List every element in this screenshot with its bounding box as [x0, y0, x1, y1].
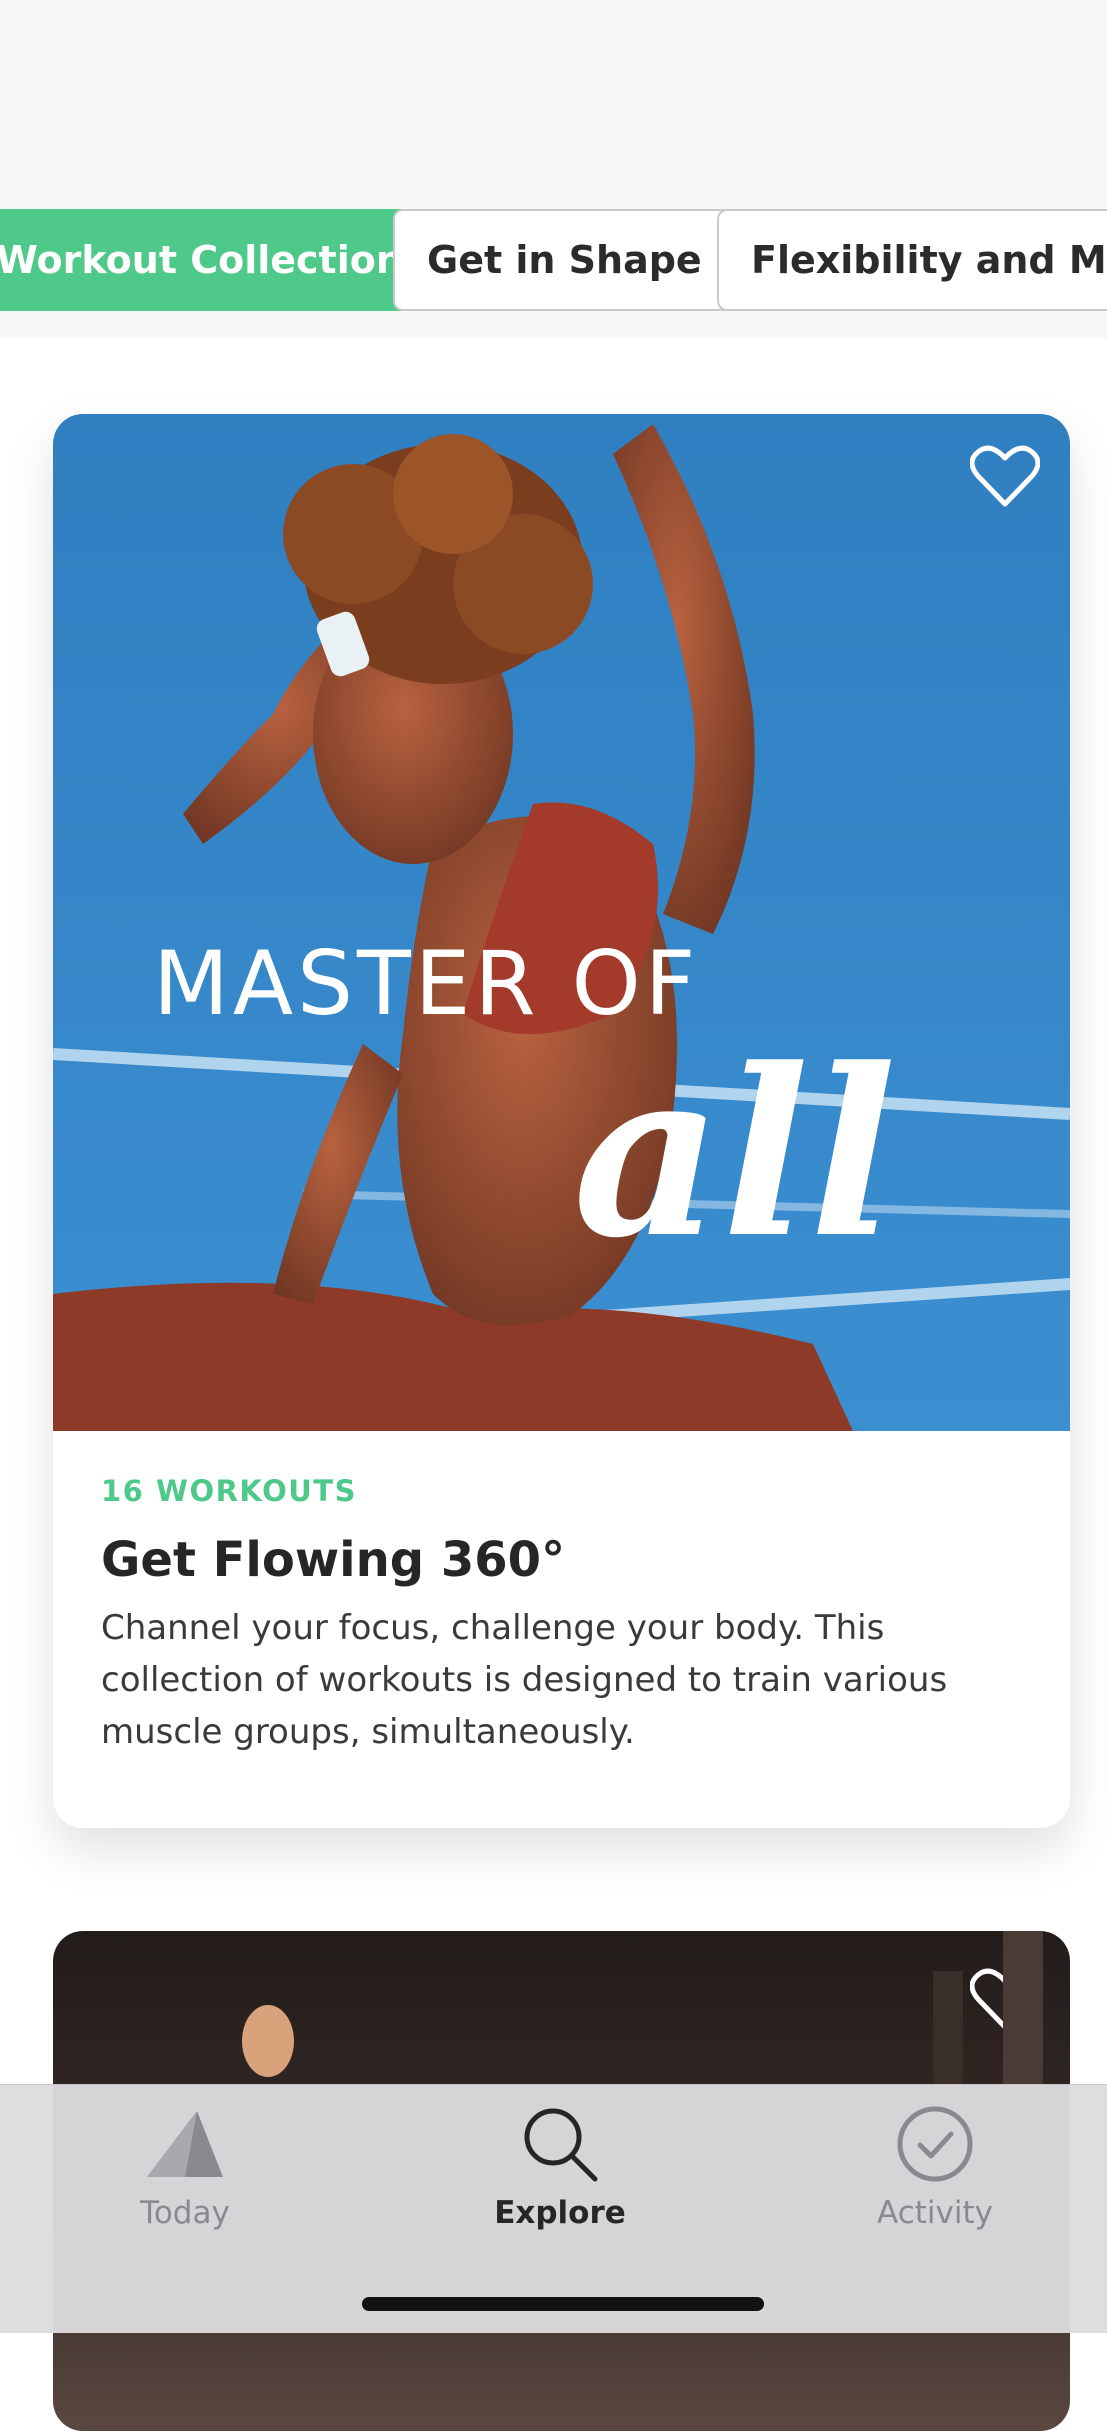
hero-text-line2: all [573, 1019, 897, 1289]
bottom-tab-bar: Today Explore Activity [0, 2084, 1107, 2333]
favorite-heart-icon[interactable] [970, 444, 1040, 508]
tab-explore[interactable]: Explore [450, 2101, 670, 2231]
search-icon [450, 2101, 670, 2187]
tab-today[interactable]: Today [75, 2101, 295, 2231]
collection-title: Get Flowing 360° [101, 1532, 566, 1588]
chip-flexibility-and-mobility[interactable]: Flexibility and Mobility [717, 209, 1107, 311]
tab-label: Explore [494, 2195, 626, 2231]
chip-workout-collections[interactable]: Workout Collections [0, 209, 460, 311]
tab-activity[interactable]: Activity [825, 2101, 1045, 2231]
collection-description: Channel your focus, challenge your body.… [101, 1608, 948, 1752]
category-chips: Workout Collections Get in Shape Flexibi… [0, 209, 1107, 311]
chip-get-in-shape[interactable]: Get in Shape [393, 209, 736, 311]
check-circle-icon [825, 2101, 1045, 2187]
collection-hero-image: MASTER OF all [53, 414, 1070, 1431]
tab-label: Activity [877, 2195, 993, 2231]
tab-label: Today [140, 2195, 230, 2231]
collection-info: 16 WORKOUTS Get Flowing 360° Channel you… [101, 1474, 1031, 1758]
home-indicator[interactable] [362, 2297, 764, 2311]
today-icon [75, 2101, 295, 2187]
workout-count: 16 WORKOUTS [101, 1474, 357, 1508]
collection-card[interactable]: MASTER OF all 16 WORKOUTS Get Flowing 36… [53, 414, 1070, 1828]
